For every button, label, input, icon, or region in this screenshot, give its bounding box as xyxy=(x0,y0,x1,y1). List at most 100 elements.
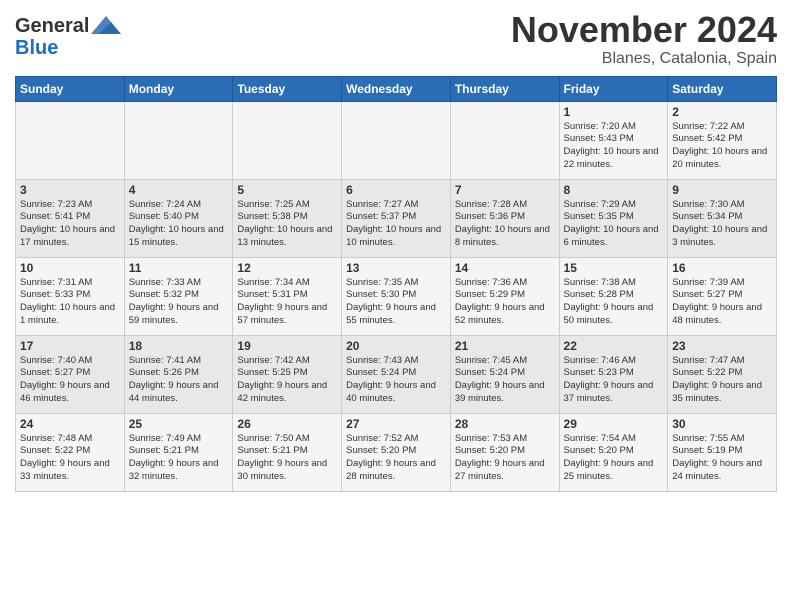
day-info-line: Sunset: 5:24 PM xyxy=(455,367,525,378)
col-tuesday: Tuesday xyxy=(233,76,342,101)
day-number: 25 xyxy=(129,417,229,431)
day-info-line: Daylight: 9 hours and 39 minutes. xyxy=(455,380,545,404)
day-number: 2 xyxy=(672,105,772,119)
day-info-line: Sunset: 5:28 PM xyxy=(564,289,634,300)
day-info-line: Sunset: 5:43 PM xyxy=(564,133,634,144)
day-number: 8 xyxy=(564,183,664,197)
day-info: Sunrise: 7:31 AMSunset: 5:33 PM Daylight:… xyxy=(20,277,120,328)
day-info-line: Sunset: 5:20 PM xyxy=(346,445,416,456)
calendar-cell: 25Sunrise: 7:49 AMSunset: 5:21 PMDayligh… xyxy=(124,413,233,491)
day-number: 18 xyxy=(129,339,229,353)
day-info-line: Sunrise: 7:39 AM xyxy=(672,277,744,288)
day-info: Sunrise: 7:46 AMSunset: 5:23 PMDaylight:… xyxy=(564,355,664,406)
day-info-line: Sunset: 5:34 PM xyxy=(672,211,742,222)
day-info-line: Daylight: 10 hours and 3 minutes. xyxy=(672,224,767,248)
calendar-cell: 2 Sunrise: 7:22 AMSunset: 5:42 PMDaylight… xyxy=(668,101,777,179)
calendar-cell: 19Sunrise: 7:42 AMSunset: 5:25 PMDayligh… xyxy=(233,335,342,413)
day-info-line: Sunrise: 7:41 AM xyxy=(129,355,201,366)
day-info-line: Sunrise: 7:31 AM xyxy=(20,277,92,288)
day-info-line: Sunrise: 7:24 AM xyxy=(129,199,201,210)
day-number: 15 xyxy=(564,261,664,275)
day-info-line: Sunrise: 7:35 AM xyxy=(346,277,418,288)
day-info: Sunrise: 7:24 AMSunset: 5:40 PM Daylight:… xyxy=(129,199,229,250)
day-info-line: Daylight: 9 hours and 46 minutes. xyxy=(20,380,110,404)
day-number: 14 xyxy=(455,261,555,275)
day-number: 13 xyxy=(346,261,446,275)
day-info-line: Sunset: 5:23 PM xyxy=(564,367,634,378)
day-info: Sunrise: 7:42 AMSunset: 5:25 PMDaylight:… xyxy=(237,355,337,406)
day-info-line: Daylight: 10 hours and 22 minutes. xyxy=(564,146,659,170)
day-info-line: Daylight: 10 hours and 15 minutes. xyxy=(129,224,224,248)
calendar-week-0: 1Sunrise: 7:20 AMSunset: 5:43 PMDaylight… xyxy=(16,101,777,179)
page-container: General Blue November 2024 Blanes, Catal… xyxy=(0,0,792,497)
day-info: Sunrise: 7:33 AMSunset: 5:32 PMDaylight:… xyxy=(129,277,229,328)
header: General Blue November 2024 Blanes, Catal… xyxy=(15,10,777,68)
day-info-line: Sunrise: 7:38 AM xyxy=(564,277,636,288)
calendar-week-3: 17Sunrise: 7:40 AMSunset: 5:27 PMDayligh… xyxy=(16,335,777,413)
day-number: 16 xyxy=(672,261,772,275)
calendar-cell: 29Sunrise: 7:54 AMSunset: 5:20 PMDayligh… xyxy=(559,413,668,491)
calendar-week-1: 3Sunrise: 7:23 AMSunset: 5:41 PMDaylight… xyxy=(16,179,777,257)
day-info-line: Daylight: 10 hours and 20 minutes. xyxy=(672,146,767,170)
day-info-line: Daylight: 9 hours and 40 minutes. xyxy=(346,380,436,404)
day-info-line: Sunrise: 7:34 AM xyxy=(237,277,309,288)
day-number: 23 xyxy=(672,339,772,353)
day-info-line: Daylight: 9 hours and 28 minutes. xyxy=(346,458,436,482)
day-info-line: Sunset: 5:20 PM xyxy=(564,445,634,456)
day-info: Sunrise: 7:23 AMSunset: 5:41 PMDaylight:… xyxy=(20,199,120,250)
day-info-line: Daylight: 9 hours and 42 minutes. xyxy=(237,380,327,404)
day-info-line: Sunrise: 7:55 AM xyxy=(672,433,744,444)
calendar-cell: 22Sunrise: 7:46 AMSunset: 5:23 PMDayligh… xyxy=(559,335,668,413)
day-info: Sunrise: 7:48 AMSunset: 5:22 PMDaylight:… xyxy=(20,433,120,484)
day-info-line: Sunrise: 7:36 AM xyxy=(455,277,527,288)
day-number: 12 xyxy=(237,261,337,275)
calendar-cell: 10 Sunrise: 7:31 AMSunset: 5:33 PM Dayligh… xyxy=(16,257,125,335)
day-info-line: Sunrise: 7:28 AM xyxy=(455,199,527,210)
day-info-line: Sunset: 5:27 PM xyxy=(20,367,90,378)
day-info-line: Sunrise: 7:52 AM xyxy=(346,433,418,444)
day-info-line: Daylight: 9 hours and 55 minutes. xyxy=(346,302,436,326)
day-info-line: Sunset: 5:41 PM xyxy=(20,211,90,222)
day-info-line: Sunset: 5:29 PM xyxy=(455,289,525,300)
day-info-line: Sunrise: 7:54 AM xyxy=(564,433,636,444)
day-info: Sunrise: 7:36 AMSunset: 5:29 PMDaylight:… xyxy=(455,277,555,328)
day-info-line: Sunset: 5:20 PM xyxy=(455,445,525,456)
day-info-line: Sunrise: 7:45 AM xyxy=(455,355,527,366)
day-info-line: Sunset: 5:24 PM xyxy=(346,367,416,378)
day-number: 21 xyxy=(455,339,555,353)
day-info-line: Sunrise: 7:40 AM xyxy=(20,355,92,366)
day-info: Sunrise: 7:55 AMSunset: 5:19 PMDaylight:… xyxy=(672,433,772,484)
day-info: Sunrise: 7:35 AMSunset: 5:30 PMDaylight:… xyxy=(346,277,446,328)
day-info-line: Sunset: 5:40 PM xyxy=(129,211,199,222)
day-info-line: Daylight: 9 hours and 25 minutes. xyxy=(564,458,654,482)
day-info-line: Sunrise: 7:29 AM xyxy=(564,199,636,210)
day-info-line: Daylight: 10 hours and 1 minute. xyxy=(20,302,115,326)
day-info-line: Sunrise: 7:49 AM xyxy=(129,433,201,444)
day-info-line: Sunrise: 7:30 AM xyxy=(672,199,744,210)
day-info-line: Daylight: 10 hours and 13 minutes. xyxy=(237,224,332,248)
day-info-line: Sunset: 5:35 PM xyxy=(564,211,634,222)
day-info-line: Sunset: 5:21 PM xyxy=(129,445,199,456)
calendar-cell xyxy=(233,101,342,179)
day-info-line: Sunrise: 7:47 AM xyxy=(672,355,744,366)
day-info-line: Daylight: 9 hours and 33 minutes. xyxy=(20,458,110,482)
calendar-cell xyxy=(450,101,559,179)
calendar-cell: 16Sunrise: 7:39 AMSunset: 5:27 PMDayligh… xyxy=(668,257,777,335)
day-info-line: Daylight: 10 hours and 17 minutes. xyxy=(20,224,115,248)
calendar-cell: 14 Sunrise: 7:36 AMSunset: 5:29 PMDayligh… xyxy=(450,257,559,335)
day-info-line: Sunset: 5:33 PM xyxy=(20,289,90,300)
day-info-line: Daylight: 9 hours and 30 minutes. xyxy=(237,458,327,482)
day-info-line: Sunset: 5:22 PM xyxy=(672,367,742,378)
calendar-cell: 18Sunrise: 7:41 AMSunset: 5:26 PMDayligh… xyxy=(124,335,233,413)
day-number: 10 xyxy=(20,261,120,275)
calendar-cell: 9Sunrise: 7:30 AMSunset: 5:34 PMDaylight… xyxy=(668,179,777,257)
day-number: 28 xyxy=(455,417,555,431)
title-block: November 2024 Blanes, Catalonia, Spain xyxy=(511,10,777,68)
calendar-cell: 21 Sunrise: 7:45 AMSunset: 5:24 PM Dayligh… xyxy=(450,335,559,413)
col-thursday: Thursday xyxy=(450,76,559,101)
logo-icon xyxy=(91,14,121,38)
day-info-line: Sunset: 5:19 PM xyxy=(672,445,742,456)
calendar-cell: 28Sunrise: 7:53 AMSunset: 5:20 PMDayligh… xyxy=(450,413,559,491)
day-info: Sunrise: 7:22 AMSunset: 5:42 PMDaylight:… xyxy=(672,121,772,172)
day-info-line: Daylight: 9 hours and 27 minutes. xyxy=(455,458,545,482)
